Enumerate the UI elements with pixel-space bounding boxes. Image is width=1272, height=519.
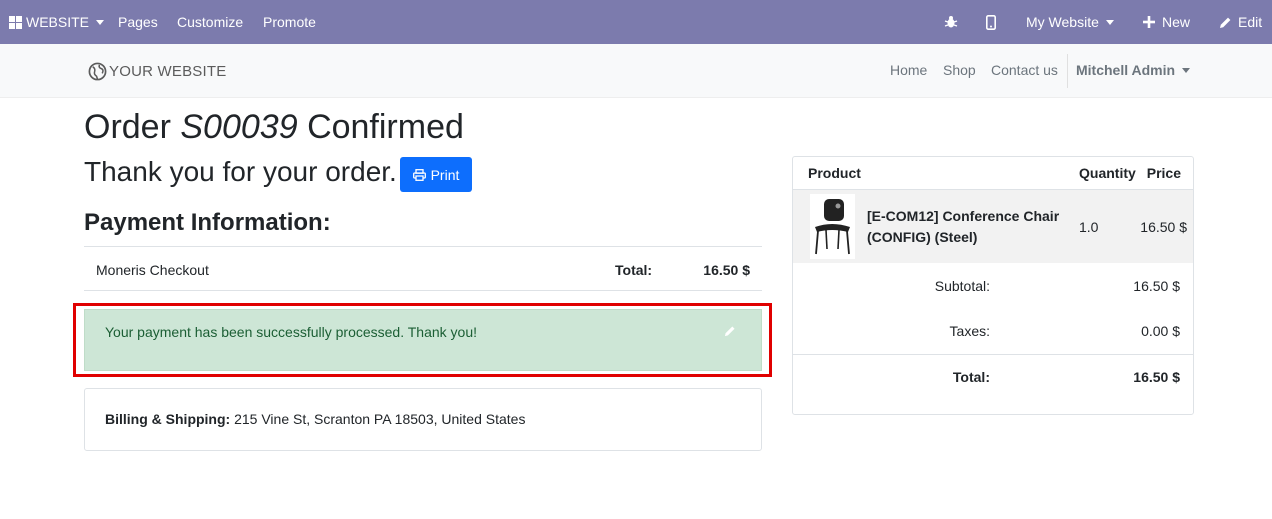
pencil-icon[interactable] <box>724 325 736 337</box>
payment-heading: Payment Information: <box>84 209 331 236</box>
chevron-down-icon <box>1182 67 1191 73</box>
payment-method: Moneris Checkout <box>96 262 209 278</box>
billing-address: 215 Vine St, Scranton PA 18503, United S… <box>234 411 526 427</box>
user-menu[interactable]: Mitchell Admin <box>1076 62 1191 78</box>
subtotal-label: Subtotal: <box>934 278 990 294</box>
billing-shipping-card: Billing & Shipping: 215 Vine St, Scranto… <box>84 388 762 451</box>
order-line-row: [E-COM12] Conference Chair (CONFIG) (Ste… <box>793 190 1193 263</box>
order-number: S00039 <box>180 108 298 146</box>
product-price: 16.50 $ <box>1140 219 1187 235</box>
debug-button[interactable] <box>944 0 958 44</box>
title-prefix: Order <box>84 108 171 146</box>
print-icon <box>412 168 426 181</box>
billing-label: Billing & Shipping: <box>105 411 231 427</box>
payment-total-value: 16.50 $ <box>703 262 750 278</box>
admin-menu-promote[interactable]: Promote <box>263 0 316 44</box>
product-image[interactable] <box>810 194 855 259</box>
chair-image <box>815 199 850 255</box>
apps-grid-icon <box>9 15 22 29</box>
globe-icon <box>88 62 107 81</box>
admin-top-bar: WEBSITE Pages Customize Promote My Websi… <box>0 0 1272 44</box>
apps-menu-label: WEBSITE <box>26 14 90 30</box>
payment-total-label: Total: <box>615 262 653 278</box>
nav-link-shop[interactable]: Shop <box>943 62 976 78</box>
nav-link-contact[interactable]: Contact us <box>991 62 1058 78</box>
edit-button[interactable]: Edit <box>1219 0 1262 44</box>
taxes-label: Taxes: <box>949 323 990 339</box>
plus-icon <box>1143 16 1155 28</box>
title-suffix: Confirmed <box>307 108 464 146</box>
billing-text: Billing & Shipping: 215 Vine St, Scranto… <box>105 411 525 427</box>
nav-link-home[interactable]: Home <box>890 62 927 78</box>
taxes-value: 0.00 $ <box>1141 323 1180 339</box>
chevron-down-icon <box>1105 19 1114 25</box>
payment-row: Moneris Checkout Total: 16.50 $ <box>84 246 762 291</box>
new-button-label: New <box>1162 14 1191 30</box>
payment-success-alert: Your payment has been successfully proce… <box>84 309 762 371</box>
user-name: Mitchell Admin <box>1076 62 1176 78</box>
total-divider <box>793 354 1193 355</box>
product-name[interactable]: [E-COM12] Conference Chair (CONFIG) (Ste… <box>867 206 1067 248</box>
website-switcher-label: My Website <box>1026 14 1099 30</box>
order-summary-card: Product Quantity Price [E-COM12] Confere… <box>792 156 1194 415</box>
site-logo-text: YOUR WEBSITE <box>109 63 227 80</box>
print-button-label: Print <box>430 166 460 183</box>
nav-divider <box>1067 54 1068 88</box>
column-header-product: Product <box>808 165 861 181</box>
summary-total-value: 16.50 $ <box>1133 369 1180 385</box>
admin-menu-customize[interactable]: Customize <box>177 0 243 44</box>
website-switcher[interactable]: My Website <box>1026 0 1114 44</box>
subtotal-value: 16.50 $ <box>1133 278 1180 294</box>
bug-icon <box>944 16 958 28</box>
edit-button-label: Edit <box>1238 14 1263 30</box>
product-quantity: 1.0 <box>1079 219 1099 235</box>
mobile-preview-button[interactable] <box>986 0 996 44</box>
summary-total-label: Total: <box>952 369 990 385</box>
pencil-icon <box>1220 17 1231 28</box>
payment-success-message: Your payment has been successfully proce… <box>105 324 477 340</box>
chevron-down-icon <box>96 19 105 25</box>
website-header: YOUR WEBSITE Home Shop Contact us Mitche… <box>0 44 1272 98</box>
column-header-price: Price <box>1146 165 1181 181</box>
thank-you-message: Thank you for your order. <box>84 156 397 187</box>
new-button[interactable]: New <box>1143 0 1190 44</box>
site-logo[interactable]: YOUR WEBSITE <box>88 62 226 81</box>
mobile-icon <box>986 14 996 30</box>
apps-menu-button[interactable]: WEBSITE <box>9 0 105 44</box>
page-title: Order S00039 Confirmed <box>84 108 464 147</box>
admin-menu-pages[interactable]: Pages <box>118 0 158 44</box>
print-button[interactable]: Print <box>400 157 472 192</box>
column-header-quantity: Quantity <box>1079 165 1136 181</box>
